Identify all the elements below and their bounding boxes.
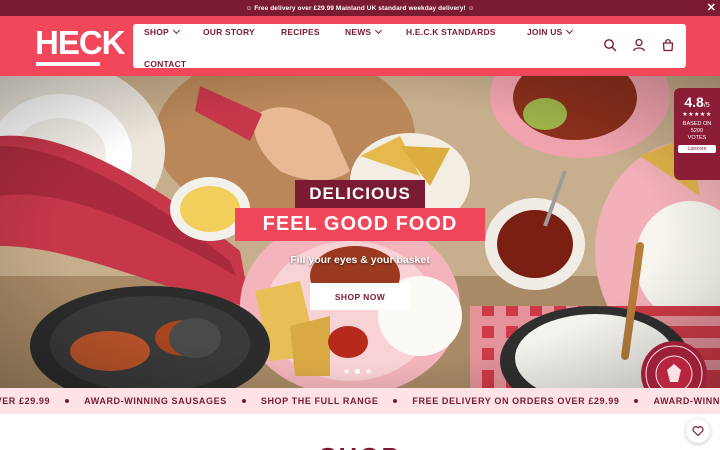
ticker-item[interactable]: OVER £29.99 (0, 396, 50, 406)
nav-recipes[interactable]: RECIPES (281, 27, 320, 37)
heck-logo[interactable]: HECK (35, 26, 126, 66)
nav-contact[interactable]: CONTACT (144, 59, 186, 69)
shop-section: SHOP (0, 414, 720, 450)
ticker-track: OVER £29.99 AWARD-WINNING SAUSAGES SHOP … (0, 388, 720, 414)
nav-our-story-label: OUR STORY (203, 27, 255, 37)
rating-widget[interactable]: 4.8/5 ★★★★★ BASED ON 5200 VOTES Lipscore (674, 88, 720, 180)
rating-votes-label: VOTES (687, 135, 707, 141)
rating-out-of: /5 (703, 102, 710, 109)
nav-news-label: NEWS (345, 27, 372, 37)
rating-based-on-label: BASED ON (682, 121, 712, 127)
nav-heck-standards[interactable]: H.E.C.K STANDARDS (406, 27, 496, 37)
lipscore-logo: Lipscore (678, 145, 716, 153)
main-nav: SHOP OUR STORY RECIPES NEWS H.E.C.K STAN… (133, 24, 686, 69)
account-icon[interactable] (632, 38, 646, 52)
nav-join-us-label: JOIN US (527, 27, 563, 37)
chat-button[interactable] (686, 419, 710, 443)
chevron-down-icon (172, 26, 180, 35)
rating-votes-count: 5200 (690, 128, 704, 134)
ticker-item[interactable]: SHOP THE FULL RANGE (261, 396, 379, 406)
carousel-dot-active[interactable] (355, 369, 360, 374)
chevron-down-icon (375, 26, 383, 35)
search-icon[interactable] (603, 38, 617, 52)
rating-score: 4.8/5 (674, 94, 720, 110)
carousel-dot[interactable] (366, 369, 371, 374)
page: ☺ Free delivery over £29.99 Mainland UK … (0, 0, 720, 450)
nav-join-us[interactable]: JOIN US (527, 26, 574, 37)
logo-text: HECK (35, 24, 126, 61)
rating-stars: ★★★★★ (682, 112, 712, 118)
hero-banner: DELICIOUS FEEL GOOD FOOD Fill your eyes … (0, 76, 720, 388)
bullet-icon (241, 399, 246, 403)
announcement-text: ☺ Free delivery over £29.99 Mainland UK … (245, 4, 475, 12)
bullet-icon (634, 399, 639, 403)
rating-based-on: BASED ON 5200 VOTES (674, 121, 720, 142)
close-icon[interactable]: ✕ (707, 1, 716, 15)
hero-tagline-1: DELICIOUS (295, 180, 425, 208)
announcement-bar: ☺ Free delivery over £29.99 Mainland UK … (0, 0, 720, 16)
logo-underline (36, 62, 100, 66)
section-heading: SHOP (300, 442, 420, 450)
bullet-icon (65, 399, 70, 403)
rating-score-value: 4.8 (684, 94, 704, 110)
nav-shop[interactable]: SHOP (144, 26, 180, 37)
ticker-item[interactable]: AWARD-WINNING SAUSAGES (653, 396, 720, 406)
cart-icon[interactable] (661, 38, 675, 52)
heart-icon (692, 426, 704, 437)
nav-recipes-label: RECIPES (281, 27, 320, 37)
ticker-item[interactable]: FREE DELIVERY ON ORDERS OVER £29.99 (412, 396, 619, 406)
nav-contact-label: CONTACT (144, 59, 187, 69)
nav-our-story[interactable]: OUR STORY (203, 27, 255, 37)
ticker-item[interactable]: AWARD-WINNING SAUSAGES (84, 396, 227, 406)
promo-ticker: OVER £29.99 AWARD-WINNING SAUSAGES SHOP … (0, 388, 720, 414)
site-header: HECK SHOP OUR STORY RECIPES NEWS H.E.C.K… (0, 16, 720, 76)
shop-now-button[interactable]: SHOP NOW (310, 283, 410, 310)
hero-subtitle: Fill your eyes & your basket (290, 254, 430, 266)
chevron-down-icon (566, 26, 574, 35)
carousel-dot[interactable] (344, 369, 349, 374)
bullet-icon (393, 399, 398, 403)
carousel-dots (344, 369, 371, 374)
nav-heck-standards-label: H.E.C.K STANDARDS (406, 27, 496, 37)
nav-shop-label: SHOP (144, 27, 169, 37)
nav-news[interactable]: NEWS (345, 26, 383, 37)
hero-tagline-2: FEEL GOOD FOOD (235, 208, 485, 241)
